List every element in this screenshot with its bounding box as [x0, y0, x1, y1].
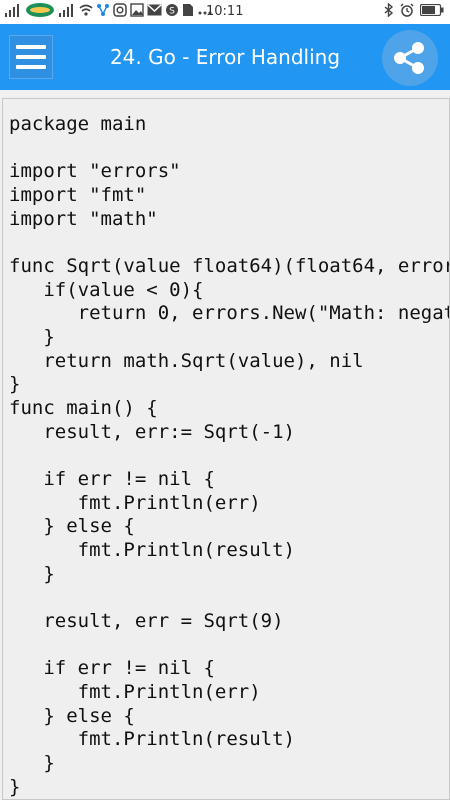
code-line: import "fmt" — [9, 184, 147, 206]
instagram-icon — [113, 3, 127, 21]
code-block[interactable]: package main import "errors" import "fmt… — [2, 98, 450, 800]
code-line: } — [9, 326, 55, 348]
code-line: fmt.Println(err) — [9, 681, 261, 703]
skype-icon: S — [165, 3, 179, 21]
code-line: func Sqrt(value float64)(float64, error)… — [9, 255, 450, 277]
code-line: if err != nil { — [9, 468, 215, 490]
signal-icon — [4, 3, 22, 21]
app-bar: 24. Go - Error Handling — [0, 24, 450, 90]
status-left-icons: S — [4, 3, 213, 21]
alarm-icon — [400, 3, 414, 21]
gmail-icon — [147, 4, 162, 20]
code-line: func main() { — [9, 397, 158, 419]
code-line: import "math" — [9, 208, 158, 230]
page-title: 24. Go - Error Handling — [109, 45, 341, 69]
code-line: return 0, errors.New("Math: negative num… — [77, 302, 449, 324]
carrier-logo-icon — [25, 2, 55, 22]
code-line: package main — [9, 113, 147, 135]
status-bar: S 10:11 — [0, 0, 450, 24]
code-line: } else { — [9, 515, 135, 537]
code-line: if err != nil { — [9, 657, 215, 679]
battery-icon — [419, 3, 444, 20]
menu-button[interactable] — [9, 35, 53, 79]
code-line: import "errors" — [9, 160, 181, 182]
code-line: result, err = Sqrt(9) — [9, 610, 284, 632]
code-line: } — [9, 563, 55, 585]
code-line: fmt.Println(result) — [9, 728, 295, 750]
status-right-icons — [384, 2, 444, 21]
code-line: if(value < 0){ — [9, 279, 204, 301]
share-network-icon — [96, 3, 110, 21]
gallery-icon — [130, 3, 144, 21]
bluetooth-icon — [384, 2, 394, 21]
code-line: result, err:= Sqrt(-1) — [9, 421, 295, 443]
svg-text:S: S — [169, 7, 175, 17]
signal-icon — [58, 3, 76, 21]
code-line: } else { — [9, 705, 135, 727]
file-icon — [182, 3, 194, 21]
code-line: fmt.Println(result) — [9, 539, 295, 561]
code-line: return math.Sqrt(value), nil — [9, 350, 364, 372]
code-line: } — [9, 752, 55, 774]
code-line: fmt.Println(err) — [9, 492, 261, 514]
status-time: 10:11 — [206, 4, 244, 19]
code-line: } — [9, 373, 21, 395]
wifi-icon — [79, 3, 93, 21]
content-area: package main import "errors" import "fmt… — [0, 90, 450, 800]
share-button[interactable] — [382, 30, 438, 86]
share-icon — [394, 42, 424, 74]
code-line: } — [9, 776, 21, 798]
